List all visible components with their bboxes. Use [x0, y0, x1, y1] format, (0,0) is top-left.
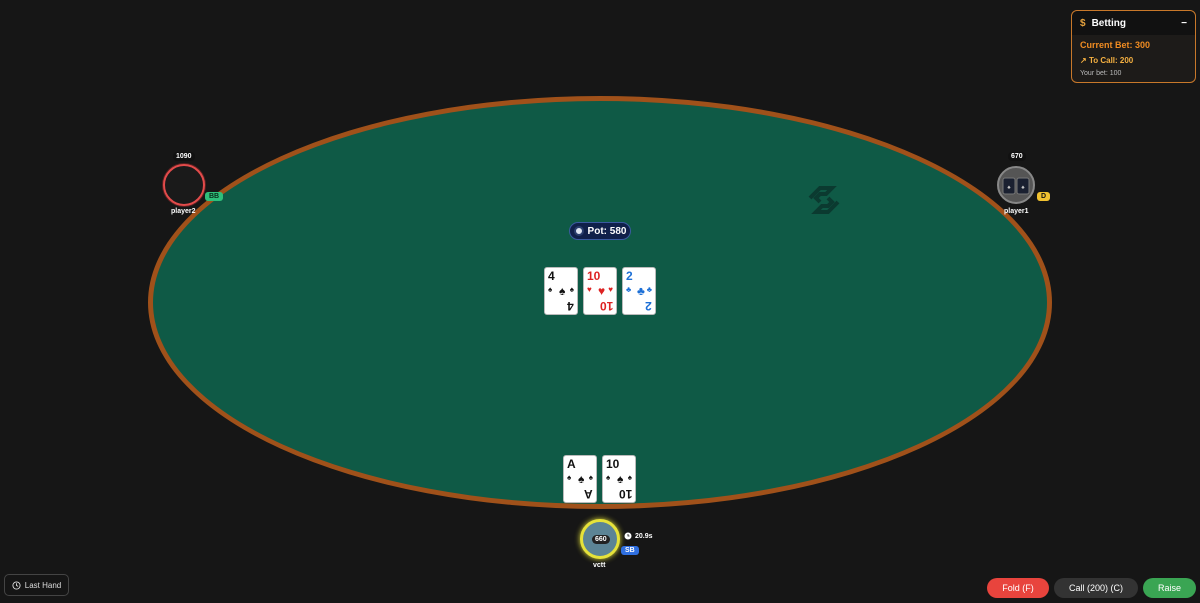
current-bet-text: Current Bet: 300	[1080, 40, 1151, 50]
card-rank: 4	[567, 299, 574, 313]
card-rank: 10	[599, 299, 613, 313]
clock-icon	[624, 532, 632, 540]
betting-title: Betting	[1091, 17, 1127, 29]
player2-avatar[interactable]	[163, 164, 205, 206]
player1-avatar[interactable]: ♠ ♠	[997, 166, 1035, 204]
card-suit: ♥	[587, 285, 592, 294]
hero-stack: 660	[592, 535, 610, 544]
hero-card-1: A ♠ ♠ ♠ A	[563, 455, 597, 503]
player2-name: player2	[171, 208, 196, 215]
card-suit: ♠	[606, 473, 611, 482]
card-rank: 10	[618, 487, 632, 501]
card-rank: A	[584, 487, 593, 501]
to-call-row: ↗ To Call: 200	[1072, 50, 1195, 65]
card-suit: ♠	[559, 284, 566, 298]
card-suit: ♥	[598, 284, 606, 298]
pot-label: Pot: 580	[587, 225, 627, 237]
community-card-3: 2 ♣ ♣ ♣ 2	[622, 267, 656, 315]
card-suit: ♠	[548, 285, 553, 294]
to-call-text: To Call: 200	[1088, 56, 1134, 65]
collapse-icon[interactable]: −	[1181, 18, 1187, 29]
card-suit: ♠	[617, 472, 624, 486]
betting-panel: $ Betting − Current Bet: 300 ↗ To Call: …	[1071, 10, 1196, 83]
card-rank: 10	[587, 269, 601, 283]
table-logo-icon	[808, 186, 840, 214]
player2-bb-badge: BB	[205, 192, 224, 201]
card-suit: ♠	[627, 473, 632, 482]
player1-dealer-badge: D	[1037, 192, 1051, 201]
timer-value: 20.9s	[635, 532, 653, 540]
hero-sb-badge: SB	[621, 546, 639, 555]
card-suit: ♠	[578, 472, 585, 486]
card-rank: A	[567, 457, 576, 471]
face-down-cards-icon: ♠ ♠	[1002, 177, 1030, 195]
history-icon	[12, 580, 21, 590]
player1-stack: 670	[1008, 152, 1026, 161]
your-bet-text: Your bet: 100	[1080, 70, 1122, 77]
hero-name: vctt	[593, 562, 606, 569]
card-suit: ♠	[569, 285, 574, 294]
chip-icon	[573, 226, 584, 236]
card-suit: ♣	[626, 285, 632, 294]
card-rank: 2	[626, 269, 633, 283]
card-suit: ♠	[588, 473, 593, 482]
player2-stack: 1090	[173, 152, 195, 161]
community-card-1: 4 ♠ ♠ ♠ 4	[544, 267, 578, 315]
card-suit: ♥	[608, 285, 613, 294]
last-hand-label: Last Hand	[24, 580, 62, 590]
card-suit: ♣	[646, 285, 652, 294]
hero-timer: 20.9s	[624, 532, 653, 540]
call-button[interactable]: Call (200) (C)	[1054, 578, 1138, 598]
fold-button[interactable]: Fold (F)	[987, 578, 1049, 598]
dollar-icon: $	[1080, 17, 1086, 29]
arrow-up-right-icon: ↗	[1080, 56, 1087, 65]
card-rank: 2	[645, 299, 652, 313]
betting-panel-header: $ Betting −	[1072, 11, 1195, 35]
hero-avatar[interactable]: 660	[580, 519, 620, 559]
hero-card-2: 10 ♠ ♠ ♠ 10	[602, 455, 636, 503]
card-suit: ♣	[637, 284, 645, 298]
player1-name: player1	[1004, 208, 1029, 215]
last-hand-button[interactable]: Last Hand	[4, 574, 69, 596]
pot-display: Pot: 580	[569, 222, 631, 240]
card-rank: 4	[548, 269, 555, 283]
card-suit: ♠	[567, 473, 572, 482]
card-rank: 10	[606, 457, 620, 471]
community-card-2: 10 ♥ ♥ ♥ 10	[583, 267, 617, 315]
raise-button[interactable]: Raise	[1143, 578, 1196, 598]
